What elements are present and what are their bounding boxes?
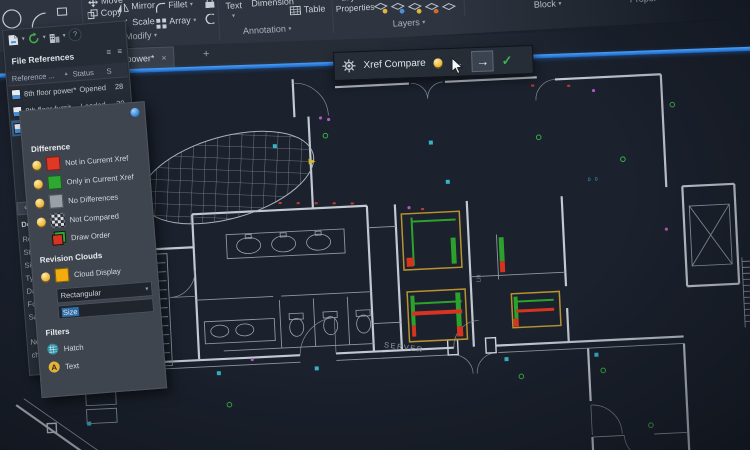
layer-state-icons[interactable] — [374, 0, 461, 17]
settings-sphere-icon[interactable] — [130, 108, 140, 118]
color-swatch-removed — [46, 156, 61, 171]
filter-text-row[interactable]: A Text — [48, 359, 80, 373]
dwg-file-icon — [11, 88, 22, 100]
lift-label: Lift — [476, 274, 482, 283]
cloud-display-row: Cloud Display — [41, 264, 122, 284]
building-icon[interactable] — [48, 30, 60, 43]
color-swatch-notcompared — [50, 213, 65, 228]
filter-hatch-row[interactable]: Hatch — [46, 341, 84, 356]
chevron-down-icon[interactable]: ▾ — [21, 35, 25, 42]
next-change-button[interactable]: → — [471, 50, 494, 72]
svg-text:A: A — [51, 363, 58, 372]
attach-dwg-icon[interactable] — [7, 33, 19, 46]
finish-compare-button[interactable]: ✓ — [501, 52, 512, 68]
legend-row: No Differences — [35, 190, 119, 210]
array-button[interactable]: Array ▾ — [169, 15, 197, 26]
mirror-icon — [117, 3, 128, 13]
filters-header: Filters — [45, 327, 70, 338]
chevron-down-icon: ▾ — [145, 285, 149, 292]
hatch-filter-icon — [46, 343, 59, 356]
lock-icon[interactable] — [205, 0, 215, 8]
column-status[interactable]: Status — [72, 66, 107, 78]
tree-view-icon[interactable]: ≡ — [117, 47, 122, 56]
color-swatch-added — [47, 175, 62, 190]
close-icon[interactable]: × — [161, 53, 167, 63]
column-size[interactable]: S — [106, 66, 112, 75]
chevron-down-icon: ▾ — [288, 26, 291, 32]
arrow-right-icon: → — [476, 55, 489, 68]
mouse-cursor — [451, 57, 465, 75]
app-window: 0 0 SERVER Lift Move Copy Mirror Scale — [0, 0, 750, 450]
sort-asc-icon: ▲ — [63, 71, 68, 77]
ribbon-divider — [462, 0, 465, 16]
chevron-down-icon: ▾ — [190, 2, 193, 8]
layer-properties-button-line2[interactable]: Properties — [336, 2, 375, 14]
lightbulb-icon[interactable] — [35, 198, 45, 208]
chevron-down-icon[interactable]: ▾ — [232, 12, 235, 19]
xref-compare-title: Xref Compare — [363, 58, 426, 71]
annotation-panel-button[interactable]: Annotation ▾ — [243, 23, 292, 36]
array-icon — [156, 18, 167, 29]
layers-panel-button[interactable]: Layers ▾ — [392, 17, 425, 29]
gear-icon[interactable] — [342, 59, 355, 72]
refresh-icon[interactable] — [27, 32, 40, 45]
lightbulb-icon[interactable] — [32, 160, 42, 170]
chevron-down-icon: ▾ — [422, 20, 425, 26]
text-button[interactable]: Text — [225, 0, 242, 11]
fillet-button[interactable]: Fillet ▾ — [168, 0, 193, 10]
hatched-ellipse — [129, 113, 327, 242]
properties-panel-partial[interactable]: Proper — [629, 0, 657, 4]
ribbon-divider — [217, 0, 221, 39]
diff-removed-marks — [406, 251, 555, 339]
lightbulb-icon[interactable] — [434, 58, 443, 67]
legend-row: Draw Order — [52, 227, 111, 246]
block-panel-button[interactable]: Block ▾ — [534, 0, 562, 10]
copy-icon — [87, 9, 98, 20]
modify-panel-button[interactable]: Modify ▾ — [125, 30, 158, 42]
chevron-down-icon[interactable]: ▾ — [42, 34, 46, 41]
new-tab-button[interactable]: + — [198, 47, 215, 63]
lightbulb-icon[interactable] — [36, 217, 46, 227]
xref-compare-settings-panel: Difference Not in Current Xref Only in C… — [19, 101, 167, 398]
ribbon-divider — [330, 0, 334, 33]
bath-fixtures — [206, 229, 371, 341]
dimension-button[interactable]: Dimension — [251, 0, 294, 9]
cloud-color-swatch — [54, 268, 69, 283]
chevron-down-icon: ▾ — [154, 33, 157, 39]
scale-button[interactable]: Scale — [132, 16, 155, 27]
list-view-icon[interactable]: ≡ — [106, 48, 111, 57]
help-icon[interactable]: ? — [68, 28, 82, 42]
legend-row: Only in Current Xref — [33, 169, 134, 191]
table-icon — [290, 6, 301, 16]
fillet-icon — [155, 2, 166, 13]
server-room-label: SERVER — [384, 340, 425, 354]
revision-clouds-header: Revision Clouds — [39, 251, 102, 265]
chevron-down-icon: ▾ — [193, 18, 196, 24]
palette-title: File References — [11, 51, 74, 66]
move-icon — [88, 0, 99, 8]
legend-row: Not Compared — [36, 209, 119, 229]
table-button[interactable]: Table — [304, 3, 326, 14]
color-swatch-nodiff — [49, 194, 64, 209]
legend-row: Not in Current Xref — [32, 151, 129, 173]
difference-header: Difference — [31, 142, 71, 154]
svg-text:0 0: 0 0 — [588, 176, 598, 182]
draw-order-icon — [52, 231, 67, 246]
text-filter-icon: A — [48, 361, 61, 374]
lightbulb-cloud-icon[interactable] — [41, 272, 51, 282]
chevron-down-icon: ▾ — [558, 1, 561, 7]
blue-streak — [689, 430, 750, 450]
chevron-down-icon[interactable]: ▾ — [62, 32, 66, 39]
offset-icon[interactable] — [205, 14, 216, 25]
column-reference[interactable]: Reference ... — [11, 70, 64, 83]
lightbulb-icon[interactable] — [33, 179, 43, 189]
mirror-button[interactable]: Mirror — [131, 0, 155, 11]
